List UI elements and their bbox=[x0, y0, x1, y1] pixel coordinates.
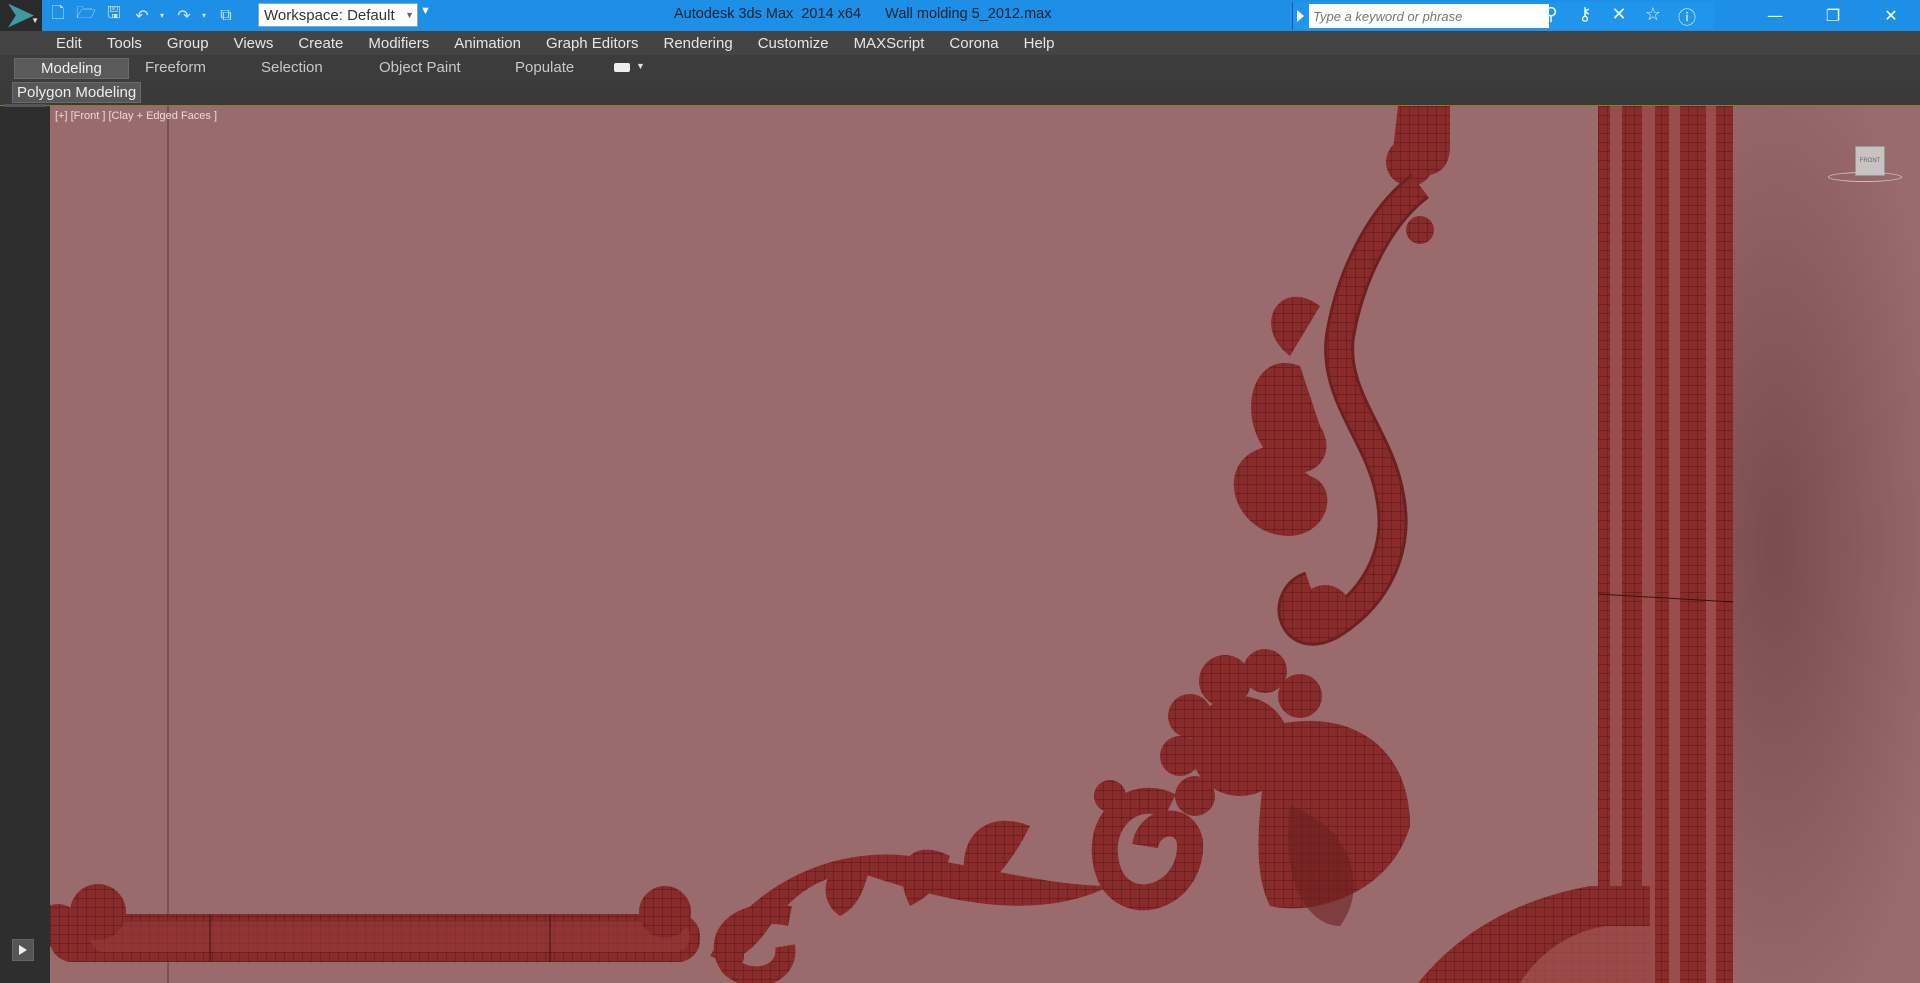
restore-icon[interactable]: ❐ bbox=[1804, 0, 1862, 31]
menu-tools[interactable]: Tools bbox=[107, 35, 142, 52]
left-toolbar bbox=[0, 104, 50, 983]
viewcube-compass[interactable] bbox=[1828, 172, 1902, 182]
menu-modifiers[interactable]: Modifiers bbox=[368, 35, 429, 52]
tab-modeling[interactable]: Modeling bbox=[14, 58, 129, 79]
play-icon bbox=[19, 945, 27, 955]
ribbon-panel: Polygon Modeling bbox=[0, 81, 1920, 106]
customize-toolbar-icon[interactable]: ▼ bbox=[420, 5, 431, 17]
redo-icon[interactable]: ↷ bbox=[174, 4, 194, 26]
tab-populate[interactable]: Populate bbox=[515, 59, 574, 76]
toolbar-handle[interactable] bbox=[4, 104, 46, 107]
info-center-icons: ⚲ ⚷ ✕ ☆ ⓘ bbox=[1540, 4, 1698, 30]
quick-access-toolbar: 🗋 🗁 🖫 ↶ ▾ ↷ ▾ ⧉ bbox=[48, 3, 236, 26]
chevron-down-icon: ▼ bbox=[31, 16, 39, 25]
application-menu-button[interactable]: ▼ bbox=[0, 0, 42, 31]
menu-views[interactable]: Views bbox=[234, 35, 274, 52]
menu-create[interactable]: Create bbox=[298, 35, 343, 52]
bottom-horizontal-molding bbox=[50, 884, 700, 962]
title-bar: ▼ 🗋 🗁 🖫 ↶ ▾ ↷ ▾ ⧉ Workspace: Default ▼ ▼… bbox=[0, 0, 1920, 31]
binoculars-icon[interactable]: ⚲ bbox=[1540, 4, 1562, 30]
menu-animation[interactable]: Animation bbox=[454, 35, 521, 52]
save-icon[interactable]: 🖫 bbox=[104, 3, 124, 26]
undo-icon[interactable]: ↶ bbox=[132, 4, 152, 26]
help-icon[interactable]: ⓘ bbox=[1676, 4, 1698, 30]
minimize-icon[interactable]: — bbox=[1746, 0, 1804, 31]
workspace-dropdown[interactable]: Workspace: Default ▼ bbox=[258, 3, 418, 27]
open-file-icon[interactable]: 🗁 bbox=[76, 3, 96, 26]
window-controls: — ❐ ✕ bbox=[1746, 0, 1920, 31]
polygon-modeling-panel[interactable]: Polygon Modeling bbox=[12, 82, 142, 103]
viewcube-label: FRONT bbox=[1859, 158, 1881, 164]
chevron-down-icon[interactable]: ▼ bbox=[636, 61, 645, 71]
menu-graph-editors[interactable]: Graph Editors bbox=[546, 35, 639, 52]
menu-maxscript[interactable]: MAXScript bbox=[854, 35, 925, 52]
undo-dropdown-icon[interactable]: ▾ bbox=[160, 4, 166, 26]
tab-selection[interactable]: Selection bbox=[261, 59, 323, 76]
subscription-icon[interactable]: ⚷ bbox=[1574, 4, 1596, 30]
right-vertical-molding bbox=[1597, 106, 1734, 983]
ribbon-display-icon[interactable] bbox=[614, 63, 630, 72]
expand-search-icon[interactable] bbox=[1297, 10, 1304, 22]
menu-edit[interactable]: Edit bbox=[56, 35, 82, 52]
menu-rendering[interactable]: Rendering bbox=[663, 35, 732, 52]
front-viewport[interactable]: [+] [Front ] [Clay + Edged Faces ] FRONT bbox=[50, 106, 1920, 983]
viewport-label[interactable]: [+] [Front ] [Clay + Edged Faces ] bbox=[55, 110, 217, 122]
chevron-down-icon: ▼ bbox=[405, 10, 414, 20]
redo-dropdown-icon[interactable]: ▾ bbox=[202, 4, 208, 26]
new-file-icon[interactable]: 🗋 bbox=[48, 3, 68, 26]
menu-group[interactable]: Group bbox=[167, 35, 209, 52]
expand-panel-button[interactable] bbox=[12, 939, 34, 961]
tab-object-paint[interactable]: Object Paint bbox=[379, 59, 461, 76]
menu-bar: Edit Tools Group Views Create Modifiers … bbox=[0, 31, 1920, 55]
menu-corona[interactable]: Corona bbox=[949, 35, 998, 52]
acanthus-ornament bbox=[710, 174, 1434, 983]
window-title: Autodesk 3ds Max 2014 x64 Wall molding 5… bbox=[674, 6, 1052, 22]
close-icon[interactable]: ✕ bbox=[1862, 0, 1920, 31]
communication-icon[interactable]: ✕ bbox=[1608, 4, 1630, 30]
workspace-label: Workspace: Default bbox=[264, 6, 395, 24]
menu-customize[interactable]: Customize bbox=[758, 35, 829, 52]
project-folder-icon[interactable]: ⧉ bbox=[216, 4, 236, 26]
menu-help[interactable]: Help bbox=[1024, 35, 1055, 52]
ribbon-tab-bar: Modeling Freeform Selection Object Paint… bbox=[0, 55, 1920, 81]
viewport-scene bbox=[50, 106, 1920, 983]
search-input[interactable] bbox=[1309, 4, 1549, 28]
tab-freeform[interactable]: Freeform bbox=[145, 59, 206, 76]
favorites-icon[interactable]: ☆ bbox=[1642, 4, 1664, 30]
